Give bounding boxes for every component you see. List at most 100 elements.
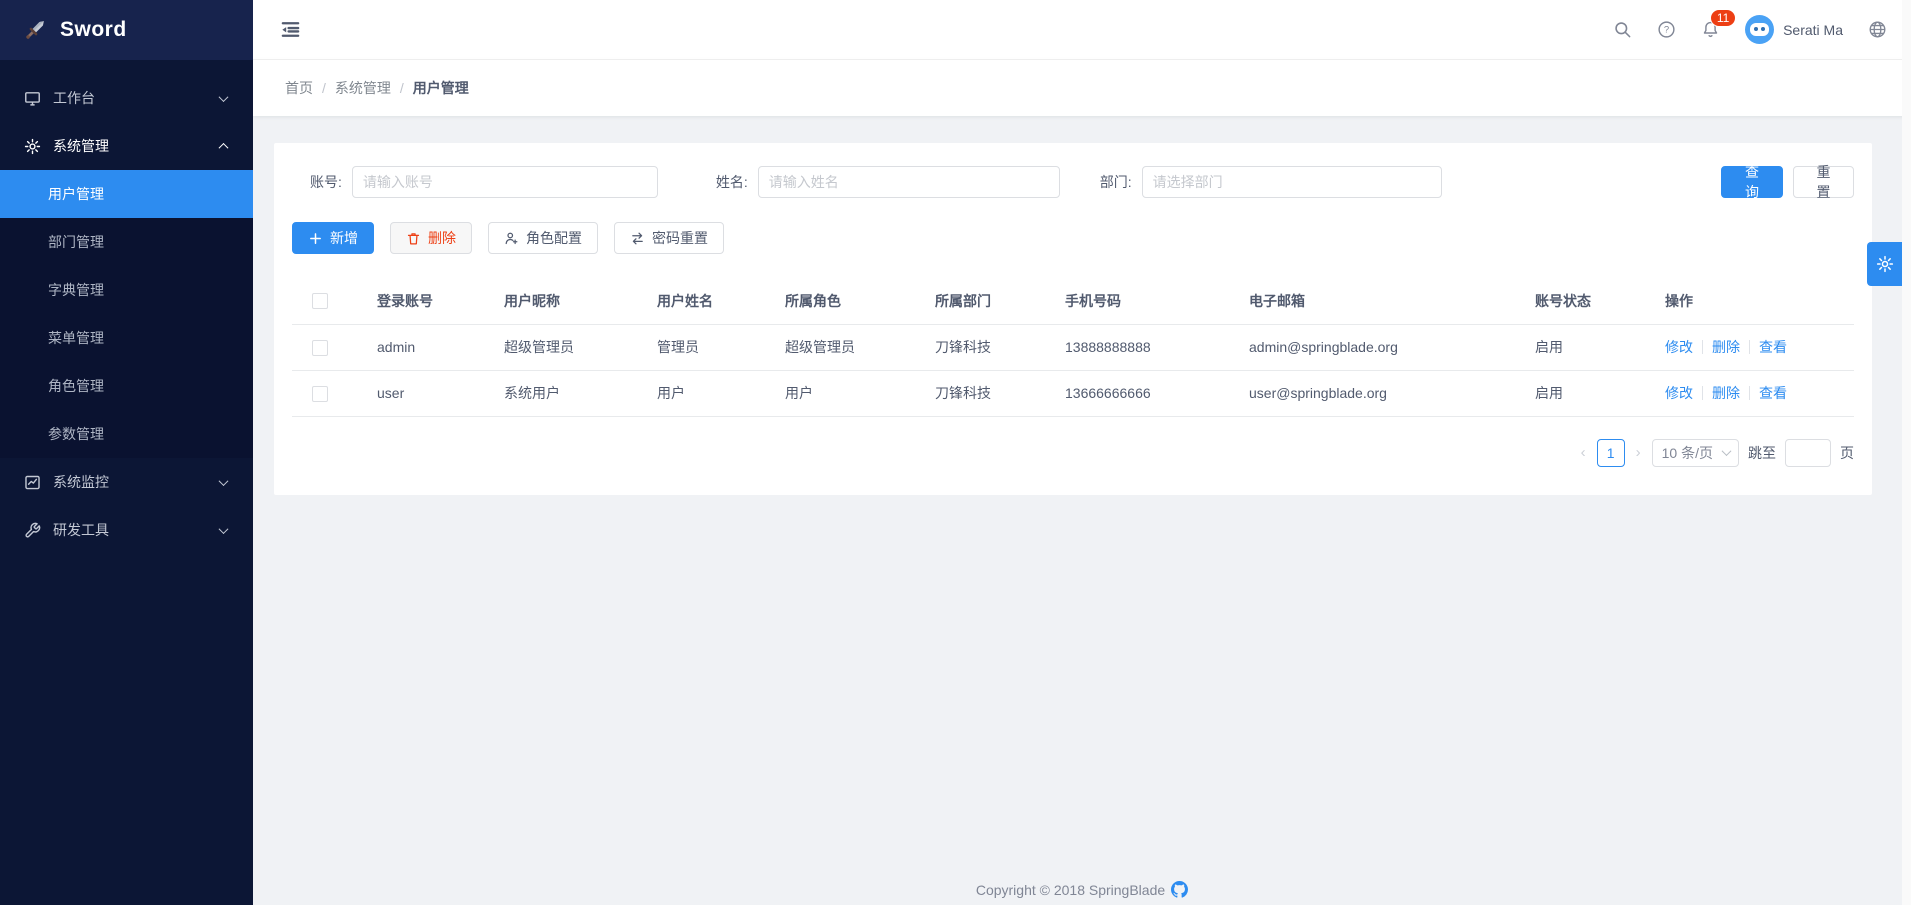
breadcrumb-home[interactable]: 首页	[285, 78, 313, 98]
trash-icon	[406, 231, 421, 246]
breadcrumb-separator: /	[322, 80, 326, 96]
plus-icon	[308, 231, 323, 246]
edit-link[interactable]: 修改	[1665, 383, 1693, 403]
breadcrumb: 首页 / 系统管理 / 用户管理	[285, 78, 469, 98]
github-icon[interactable]	[1171, 881, 1188, 898]
account-input[interactable]	[352, 166, 658, 198]
breadcrumb-separator: /	[400, 80, 404, 96]
row-actions: 修改 删除 查看	[1665, 337, 1854, 357]
chevron-down-icon	[219, 524, 229, 534]
sidebar-item-dev-tools[interactable]: 研发工具	[0, 506, 253, 554]
prev-page-button[interactable]: ‹	[1579, 444, 1588, 461]
sidebar-item-dictionary-management[interactable]: 字典管理	[0, 266, 253, 314]
sidebar-item-department-management[interactable]: 部门管理	[0, 218, 253, 266]
cell-status: 启用	[1515, 370, 1645, 416]
sidebar-item-user-management[interactable]: 用户管理	[0, 170, 253, 218]
next-page-button[interactable]: ›	[1634, 444, 1643, 461]
users-table: 登录账号 用户昵称 用户姓名 所属角色 所属部门 手机号码 电子邮箱 账号状态 …	[292, 278, 1854, 417]
chevron-down-icon	[219, 476, 229, 486]
add-button[interactable]: 新增	[292, 222, 374, 254]
name-field-group: 姓名:	[716, 166, 1060, 198]
search-icon[interactable]	[1613, 20, 1632, 39]
row-actions: 修改 删除 查看	[1665, 383, 1854, 403]
reset-button[interactable]: 重 置	[1793, 166, 1854, 198]
sidebar-item-workbench[interactable]: 工作台	[0, 74, 253, 122]
app-title: Sword	[60, 18, 127, 42]
main-area: 11 Serati Ma 首页 / 系统管理 / 用户管理 账号:	[253, 0, 1911, 905]
cell-name: 用户	[637, 370, 765, 416]
jump-label: 跳至	[1748, 443, 1776, 463]
chevron-up-icon	[219, 142, 229, 152]
column-header-email: 电子邮箱	[1229, 278, 1515, 324]
breadcrumb-bar: 首页 / 系统管理 / 用户管理	[253, 60, 1911, 116]
avatar	[1745, 15, 1774, 44]
theme-settings-button[interactable]	[1867, 242, 1902, 286]
toolbar-row: 新增 删除 角色配置 密码重置	[292, 222, 1854, 254]
page-unit-label: 页	[1840, 443, 1854, 463]
role-config-button[interactable]: 角色配置	[488, 222, 598, 254]
view-link[interactable]: 查看	[1759, 383, 1787, 403]
page-number-button[interactable]: 1	[1597, 439, 1625, 467]
cell-email: user@springblade.org	[1229, 370, 1515, 416]
help-icon[interactable]	[1657, 20, 1676, 39]
sidebar-item-role-management[interactable]: 角色管理	[0, 362, 253, 410]
page-size-value: 10 条/页	[1662, 443, 1713, 463]
cell-status: 启用	[1515, 324, 1645, 370]
password-reset-button[interactable]: 密码重置	[614, 222, 724, 254]
column-header-status: 账号状态	[1515, 278, 1645, 324]
app-logo[interactable]: Sword	[0, 0, 253, 60]
name-label: 姓名:	[716, 172, 748, 192]
wrench-icon	[24, 522, 41, 539]
chevron-down-icon	[219, 92, 229, 102]
delete-button[interactable]: 删除	[390, 222, 472, 254]
cell-department: 刀锋科技	[915, 324, 1045, 370]
department-select[interactable]	[1142, 166, 1442, 198]
breadcrumb-section[interactable]: 系统管理	[335, 78, 391, 98]
select-all-checkbox[interactable]	[312, 293, 328, 309]
page-size-select[interactable]: 10 条/页	[1652, 439, 1739, 467]
query-button[interactable]: 查 询	[1721, 166, 1783, 198]
sidebar-item-menu-management[interactable]: 菜单管理	[0, 314, 253, 362]
submenu-item-label: 角色管理	[48, 376, 104, 396]
cell-name: 管理员	[637, 324, 765, 370]
cell-phone: 13888888888	[1045, 324, 1229, 370]
breadcrumb-current: 用户管理	[413, 78, 469, 98]
cell-role: 超级管理员	[765, 324, 915, 370]
row-checkbox[interactable]	[312, 386, 328, 402]
sidebar-item-label: 系统管理	[53, 136, 109, 156]
cell-role: 用户	[765, 370, 915, 416]
footer: Copyright © 2018 SpringBlade	[253, 881, 1911, 898]
delete-link[interactable]: 删除	[1712, 383, 1740, 403]
submenu-item-label: 菜单管理	[48, 328, 104, 348]
notification-badge: 11	[1710, 9, 1736, 27]
sidebar-item-system-monitor[interactable]: 系统监控	[0, 458, 253, 506]
view-link[interactable]: 查看	[1759, 337, 1787, 357]
cell-phone: 13666666666	[1045, 370, 1229, 416]
sidebar-item-parameter-management[interactable]: 参数管理	[0, 410, 253, 458]
cell-nickname: 系统用户	[484, 370, 637, 416]
sword-icon	[22, 17, 48, 43]
action-divider	[1702, 340, 1703, 354]
column-header-role: 所属角色	[765, 278, 915, 324]
user-menu[interactable]: Serati Ma	[1745, 15, 1843, 44]
column-header-nickname: 用户昵称	[484, 278, 637, 324]
delete-link[interactable]: 删除	[1712, 337, 1740, 357]
collapse-sidebar-button[interactable]	[279, 18, 302, 41]
notifications-button[interactable]: 11	[1701, 20, 1720, 39]
copyright-text: Copyright © 2018 SpringBlade	[976, 882, 1165, 898]
swap-icon	[630, 231, 645, 246]
sidebar-item-label: 工作台	[53, 88, 95, 108]
row-checkbox[interactable]	[312, 340, 328, 356]
chart-icon	[24, 474, 41, 491]
gear-icon	[24, 138, 41, 155]
cell-email: admin@springblade.org	[1229, 324, 1515, 370]
name-input[interactable]	[758, 166, 1060, 198]
jump-page-input[interactable]	[1785, 439, 1831, 467]
edit-link[interactable]: 修改	[1665, 337, 1693, 357]
column-header-phone: 手机号码	[1045, 278, 1229, 324]
sidebar-item-system-management[interactable]: 系统管理	[0, 122, 253, 170]
delete-button-label: 删除	[428, 228, 456, 248]
scrollbar-track[interactable]	[1902, 0, 1911, 905]
account-field-group: 账号:	[310, 166, 658, 198]
language-globe-icon[interactable]	[1868, 20, 1887, 39]
